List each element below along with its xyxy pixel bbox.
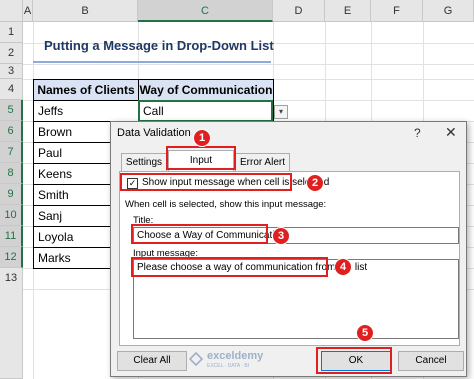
step-badge: 2 — [306, 174, 324, 192]
row-header-10[interactable]: 10 — [0, 205, 23, 226]
column-header-e[interactable]: E — [325, 0, 371, 22]
column-header-g[interactable]: G — [423, 0, 474, 22]
row-header-1[interactable]: 1 — [0, 22, 23, 43]
tab-settings[interactable]: Settings — [121, 153, 167, 171]
dialog-title: Data Validation — [117, 127, 191, 139]
select-all-corner[interactable] — [0, 0, 23, 22]
data-validation-dialog: Data Validation ? ✕ Settings Input Messa… — [110, 121, 467, 377]
close-icon[interactable]: ✕ — [445, 124, 457, 141]
highlight-input-message-tab — [166, 146, 236, 170]
column-header-d[interactable]: D — [273, 0, 325, 22]
watermark-brand: exceldemy — [207, 350, 264, 362]
step-badge: 1 — [193, 129, 211, 147]
tab-error-alert[interactable]: Error Alert — [235, 153, 290, 171]
column-header-a[interactable]: A — [23, 0, 33, 22]
row-header-5[interactable]: 5 — [0, 100, 23, 121]
sheet-title: Putting a Message in Drop-Down List — [44, 38, 274, 53]
column-header-b[interactable]: B — [33, 0, 138, 22]
step-badge: 4 — [334, 258, 352, 276]
step-badge: 3 — [272, 227, 290, 245]
row-header-11[interactable]: 11 — [0, 226, 23, 247]
row-header-9[interactable]: 9 — [0, 184, 23, 205]
active-cell-border — [138, 100, 273, 122]
header-names-of-clients: Names of Clients — [33, 79, 139, 101]
header-way-of-communication: Way of Communication — [138, 79, 274, 101]
highlight-title-input — [131, 224, 268, 244]
clear-all-button[interactable]: Clear All — [117, 351, 187, 371]
column-header-f[interactable]: F — [371, 0, 423, 22]
column-header-c[interactable]: C — [138, 0, 273, 22]
help-icon[interactable]: ? — [414, 126, 421, 140]
client-cell[interactable]: Jeffs — [33, 100, 139, 122]
gridline — [23, 64, 474, 65]
exceldemy-logo-icon — [189, 352, 203, 366]
watermark-tagline: EXCEL · DATA · BI — [207, 363, 250, 369]
row-header-6[interactable]: 6 — [0, 121, 23, 142]
highlight-ok-button — [316, 347, 392, 374]
row-header-2[interactable]: 2 — [0, 43, 23, 64]
row-header-7[interactable]: 7 — [0, 142, 23, 163]
hint-text: When cell is selected, show this input m… — [125, 199, 327, 210]
title-underline — [33, 61, 271, 63]
highlight-checkbox — [120, 173, 292, 191]
row-header-3[interactable]: 3 — [0, 64, 23, 79]
highlight-message-input — [131, 257, 328, 277]
row-header-13[interactable]: 13 — [0, 268, 23, 379]
row-header-12[interactable]: 12 — [0, 247, 23, 268]
cancel-button[interactable]: Cancel — [398, 351, 464, 371]
dropdown-arrow-button[interactable]: ▾ — [274, 105, 288, 119]
row-header-4[interactable]: 4 — [0, 79, 23, 100]
step-badge: 5 — [356, 324, 374, 342]
row-header-8[interactable]: 8 — [0, 163, 23, 184]
